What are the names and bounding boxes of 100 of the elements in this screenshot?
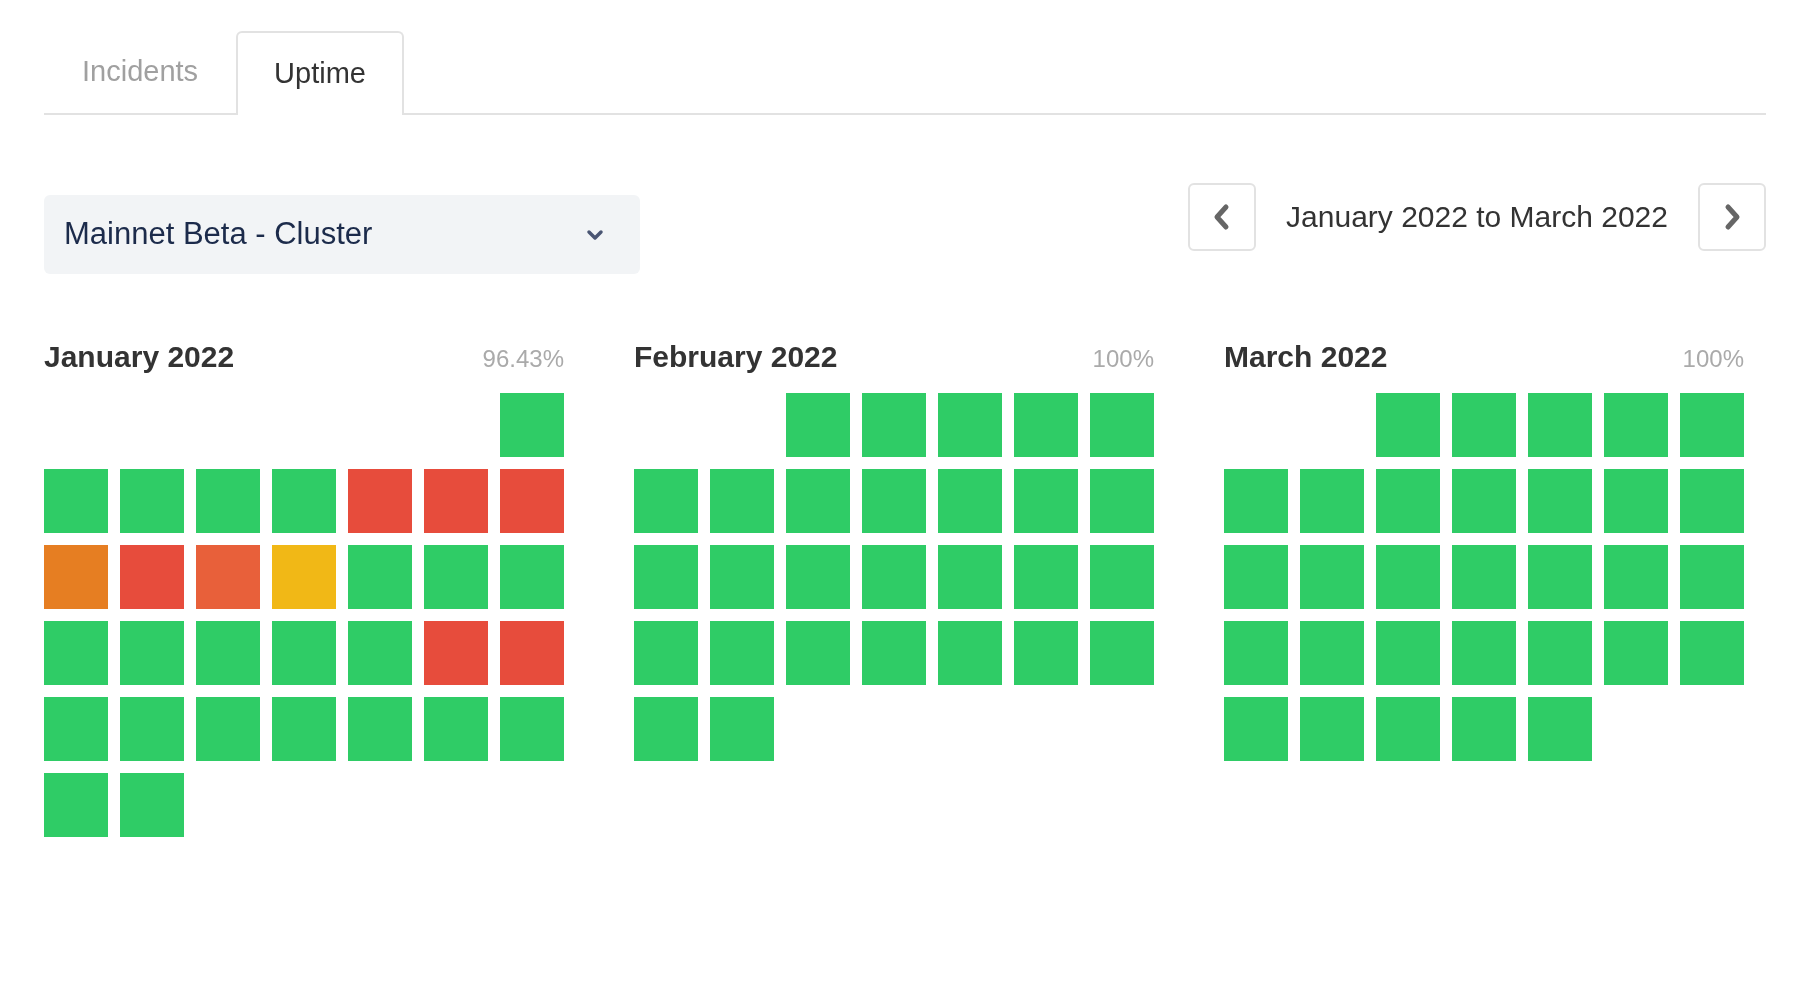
day-square[interactable]	[348, 469, 412, 533]
day-square[interactable]	[1452, 393, 1516, 457]
day-square[interactable]	[710, 469, 774, 533]
day-square[interactable]	[710, 697, 774, 761]
day-square[interactable]	[196, 697, 260, 761]
day-square[interactable]	[786, 545, 850, 609]
day-square[interactable]	[120, 697, 184, 761]
day-square[interactable]	[44, 773, 108, 837]
day-square[interactable]	[786, 621, 850, 685]
day-square[interactable]	[500, 621, 564, 685]
day-square[interactable]	[196, 469, 260, 533]
day-square[interactable]	[1680, 545, 1744, 609]
day-square[interactable]	[1604, 469, 1668, 533]
day-square[interactable]	[272, 697, 336, 761]
uptime-percentage: 100%	[1092, 344, 1154, 374]
day-square[interactable]	[1014, 469, 1078, 533]
chevron-down-icon	[586, 228, 604, 241]
day-square[interactable]	[1014, 621, 1078, 685]
month-title: January 2022	[44, 339, 235, 375]
day-square[interactable]	[1528, 393, 1592, 457]
day-square[interactable]	[1452, 697, 1516, 761]
day-square[interactable]	[634, 469, 698, 533]
day-square[interactable]	[1014, 545, 1078, 609]
tab[interactable]: Uptime	[236, 31, 404, 115]
day-square[interactable]	[1224, 545, 1288, 609]
day-square[interactable]	[1376, 621, 1440, 685]
day-square[interactable]	[424, 621, 488, 685]
day-square[interactable]	[272, 545, 336, 609]
day-square[interactable]	[1014, 393, 1078, 457]
day-square[interactable]	[862, 469, 926, 533]
day-square[interactable]	[120, 773, 184, 837]
day-square[interactable]	[348, 545, 412, 609]
day-square[interactable]	[1376, 393, 1440, 457]
day-square[interactable]	[1090, 545, 1154, 609]
day-square[interactable]	[120, 545, 184, 609]
day-square[interactable]	[634, 545, 698, 609]
day-square[interactable]	[1528, 621, 1592, 685]
day-square[interactable]	[424, 545, 488, 609]
day-square[interactable]	[710, 621, 774, 685]
day-square[interactable]	[1090, 621, 1154, 685]
day-square[interactable]	[44, 469, 108, 533]
day-square[interactable]	[1604, 545, 1668, 609]
day-square[interactable]	[1376, 697, 1440, 761]
day-square[interactable]	[1376, 545, 1440, 609]
day-square[interactable]	[44, 545, 108, 609]
date-range-label: January 2022 to March 2022	[1286, 199, 1668, 235]
day-square[interactable]	[634, 697, 698, 761]
day-square[interactable]	[1604, 621, 1668, 685]
day-square[interactable]	[1528, 697, 1592, 761]
day-square[interactable]	[786, 469, 850, 533]
day-square[interactable]	[1680, 469, 1744, 533]
day-square[interactable]	[1224, 621, 1288, 685]
day-square[interactable]	[862, 545, 926, 609]
day-square[interactable]	[1090, 393, 1154, 457]
day-square[interactable]	[1680, 621, 1744, 685]
day-square[interactable]	[1452, 545, 1516, 609]
day-square[interactable]	[196, 545, 260, 609]
day-square[interactable]	[1452, 621, 1516, 685]
day-square[interactable]	[500, 393, 564, 457]
day-square[interactable]	[348, 621, 412, 685]
component-dropdown[interactable]: Mainnet Beta - Cluster	[44, 195, 640, 274]
day-square[interactable]	[634, 621, 698, 685]
day-square[interactable]	[938, 545, 1002, 609]
previous-button[interactable]	[1188, 182, 1257, 251]
day-square[interactable]	[862, 621, 926, 685]
day-square[interactable]	[120, 469, 184, 533]
day-square[interactable]	[1452, 469, 1516, 533]
uptime-percentage: 96.43%	[482, 344, 564, 374]
day-square[interactable]	[500, 697, 564, 761]
day-square[interactable]	[348, 697, 412, 761]
day-square[interactable]	[938, 469, 1002, 533]
day-square[interactable]	[1376, 469, 1440, 533]
day-square[interactable]	[500, 469, 564, 533]
day-square[interactable]	[272, 469, 336, 533]
day-square[interactable]	[1300, 469, 1364, 533]
day-square[interactable]	[500, 545, 564, 609]
day-square[interactable]	[1528, 469, 1592, 533]
day-square[interactable]	[424, 469, 488, 533]
day-square[interactable]	[1300, 621, 1364, 685]
day-square[interactable]	[44, 621, 108, 685]
day-square[interactable]	[710, 545, 774, 609]
month-title: March 2022	[1224, 339, 1388, 375]
day-square[interactable]	[938, 393, 1002, 457]
day-square[interactable]	[272, 621, 336, 685]
day-square[interactable]	[196, 621, 260, 685]
day-square[interactable]	[1090, 469, 1154, 533]
day-square[interactable]	[1604, 393, 1668, 457]
day-square[interactable]	[1224, 697, 1288, 761]
day-square[interactable]	[1300, 697, 1364, 761]
day-square[interactable]	[1224, 469, 1288, 533]
day-square[interactable]	[1680, 393, 1744, 457]
day-square[interactable]	[424, 697, 488, 761]
day-square[interactable]	[120, 621, 184, 685]
day-square[interactable]	[786, 393, 850, 457]
day-square[interactable]	[862, 393, 926, 457]
day-square[interactable]	[1300, 545, 1364, 609]
day-square[interactable]	[1528, 545, 1592, 609]
next-button[interactable]	[1698, 182, 1766, 251]
day-square[interactable]	[938, 621, 1002, 685]
day-square[interactable]	[44, 697, 108, 761]
